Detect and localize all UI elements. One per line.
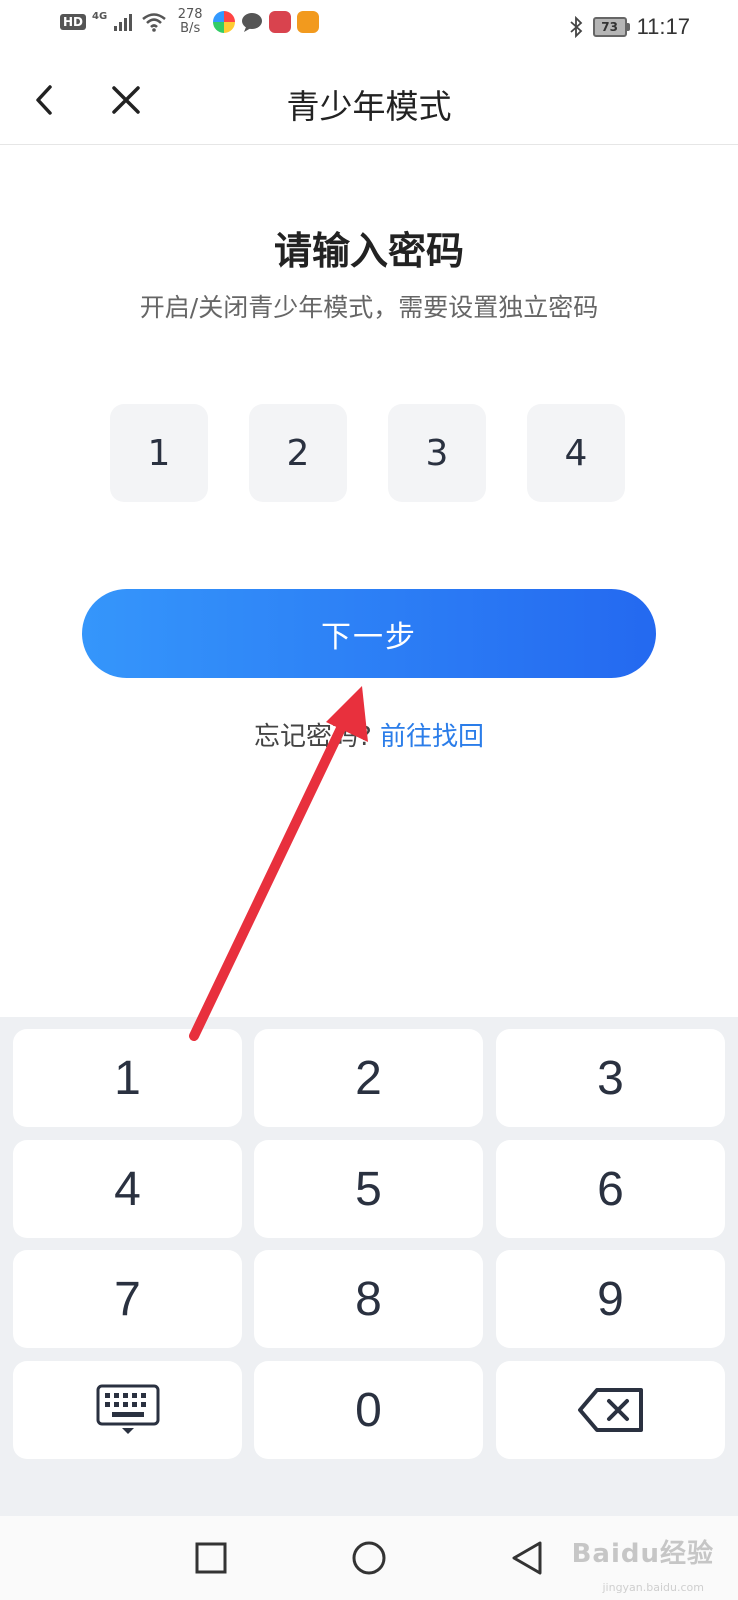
wifi-icon [142,13,166,32]
page-title: 青少年模式 [286,87,452,126]
pin-digit-box[interactable]: 1 [110,404,208,502]
key-2[interactable]: 2 [254,1029,483,1127]
app-colorful-icon [213,11,236,33]
back-triangle-icon [512,1541,542,1575]
navigation-bar: 青少年模式 [0,56,738,145]
chat-bubble-icon [242,13,263,32]
key-0[interactable]: 0 [254,1361,483,1459]
numeric-keypad: 1 2 3 4 5 6 7 8 9 0 [0,1017,738,1516]
forgot-password-row: 忘记密码? 前往找回 [0,716,738,753]
key-5[interactable]: 5 [254,1140,483,1238]
key-4[interactable]: 4 [13,1140,242,1238]
key-8[interactable]: 8 [254,1250,483,1348]
key-3[interactable]: 3 [496,1029,725,1127]
network-type: 4G [92,10,108,22]
baidu-watermark-url: jingyan.baidu.com [602,1581,704,1594]
key-1[interactable]: 1 [13,1029,242,1127]
orange-play-icon [297,11,320,33]
recent-apps-button[interactable] [187,1534,235,1582]
backspace-icon [577,1388,643,1432]
key-9[interactable]: 9 [496,1250,725,1348]
bluetooth-icon [569,16,582,38]
home-circle-icon [352,1541,386,1575]
password-subheading: 开启/关闭青少年模式，需要设置独立密码 [139,293,599,322]
key-7[interactable]: 7 [13,1250,242,1348]
forgot-password-text: 忘记密码? [253,722,372,752]
home-button[interactable] [345,1534,393,1582]
pin-digit-box[interactable]: 3 [388,404,486,502]
backspace-key[interactable] [496,1361,725,1459]
pin-input-row[interactable]: 1 2 3 4 [110,404,625,502]
system-navigation-bar: Baidu经验 jingyan.baidu.com [0,1516,738,1600]
baidu-watermark: Baidu经验 [571,1539,714,1569]
system-back-button[interactable] [503,1534,551,1582]
signal-icon [114,14,133,31]
status-bar: HD 4G 278 B/s 73 11:17 [0,0,738,56]
keyboard-icon [96,1384,159,1434]
pin-digit-box[interactable]: 4 [527,404,625,502]
password-heading: 请输入密码 [273,229,464,273]
recent-apps-square-icon [195,1542,227,1574]
status-left: HD 4G 278 B/s [60,7,320,36]
keyboard-toggle-key[interactable] [13,1361,242,1459]
battery-icon: 73 [592,17,630,37]
recover-password-link[interactable]: 前往找回 [380,722,484,752]
hd-indicator: HD [60,14,87,30]
next-step-button[interactable]: 下一步 [82,589,656,678]
clock: 11:17 [636,14,690,39]
network-speed: 278 B/s [177,7,203,36]
key-6[interactable]: 6 [496,1140,725,1238]
red-app-icon [269,11,292,33]
pin-digit-box[interactable]: 2 [249,404,347,502]
status-right: 73 11:17 [569,14,690,40]
